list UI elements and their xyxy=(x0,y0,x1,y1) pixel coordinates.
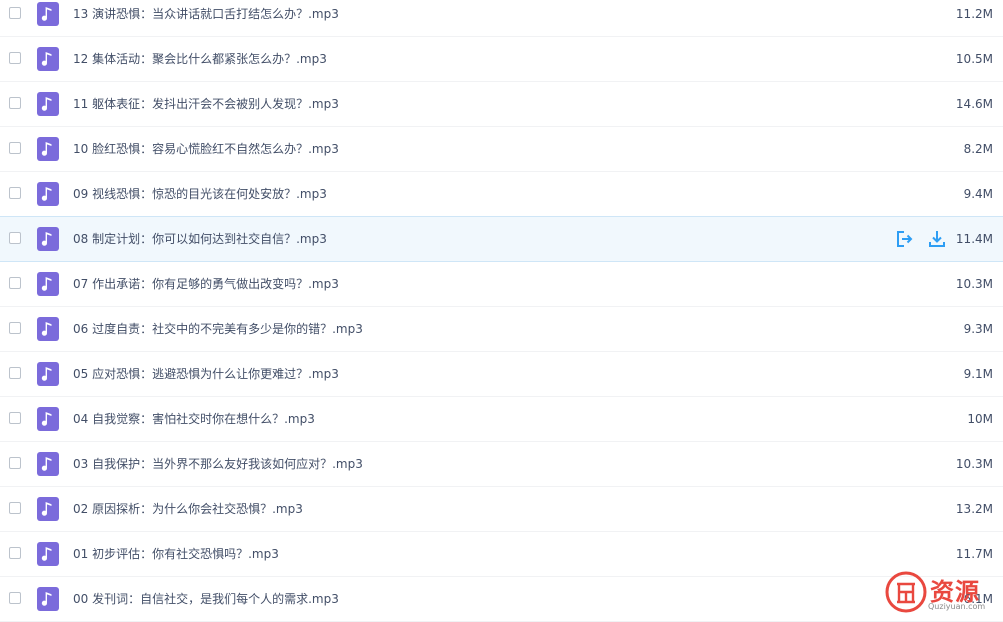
row-checkbox[interactable] xyxy=(9,187,21,199)
row-checkbox[interactable] xyxy=(9,277,21,289)
music-note-icon xyxy=(37,317,59,341)
row-checkbox[interactable] xyxy=(9,412,21,424)
file-name[interactable]: 08 制定计划：你可以如何达到社交自信？.mp3 xyxy=(73,231,327,247)
file-row[interactable]: 10 脸红恐惧：容易心慌脸红不自然怎么办？.mp3 8.2M xyxy=(0,127,1003,172)
file-row[interactable]: 12 集体活动：聚会比什么都紧张怎么办？.mp3 10.5M xyxy=(0,37,1003,82)
share-icon[interactable] xyxy=(894,229,914,249)
music-note-icon xyxy=(37,587,59,611)
file-name[interactable]: 12 集体活动：聚会比什么都紧张怎么办？.mp3 xyxy=(73,51,327,67)
file-size: 8.2M xyxy=(963,142,993,156)
file-row[interactable]: 03 自我保护：当外界不那么友好我该如何应对？.mp3 10.3M xyxy=(0,442,1003,487)
file-size: 9.4M xyxy=(963,187,993,201)
file-size: 9.3M xyxy=(963,322,993,336)
music-note-icon xyxy=(37,542,59,566)
file-row[interactable]: 13 演讲恐惧：当众讲话就口舌打结怎么办？.mp3 11.2M xyxy=(0,0,1003,37)
file-name[interactable]: 13 演讲恐惧：当众讲话就口舌打结怎么办？.mp3 xyxy=(73,6,339,22)
file-name[interactable]: 05 应对恐惧：逃避恐惧为什么让你更难过？.mp3 xyxy=(73,366,339,382)
music-note-icon xyxy=(37,137,59,161)
music-note-icon xyxy=(37,407,59,431)
file-size: 11.2M xyxy=(955,7,993,21)
file-row[interactable]: 05 应对恐惧：逃避恐惧为什么让你更难过？.mp3 9.1M xyxy=(0,352,1003,397)
music-note-icon xyxy=(37,47,59,71)
file-row[interactable]: 04 自我觉察：害怕社交时你在想什么？.mp3 10M xyxy=(0,397,1003,442)
file-row[interactable]: 06 过度自责：社交中的不完美有多少是你的错？.mp3 9.3M xyxy=(0,307,1003,352)
row-checkbox[interactable] xyxy=(9,547,21,559)
file-row[interactable]: 02 原因探析：为什么你会社交恐惧？.mp3 13.2M xyxy=(0,487,1003,532)
file-size: 9.1M xyxy=(963,367,993,381)
file-name[interactable]: 00 发刊词：自信社交，是我们每个人的需求.mp3 xyxy=(73,591,339,607)
file-name[interactable]: 11 躯体表征：发抖出汗会不会被别人发现？.mp3 xyxy=(73,96,339,112)
file-name[interactable]: 07 作出承诺：你有足够的勇气做出改变吗？.mp3 xyxy=(73,276,339,292)
music-note-icon xyxy=(37,182,59,206)
file-row[interactable]: 07 作出承诺：你有足够的勇气做出改变吗？.mp3 10.3M xyxy=(0,262,1003,307)
file-size: 10.5M xyxy=(955,52,993,66)
file-row[interactable]: 00 发刊词：自信社交，是我们每个人的需求.mp3 6.1M xyxy=(0,577,1003,622)
row-checkbox[interactable] xyxy=(9,52,21,64)
row-checkbox[interactable] xyxy=(9,232,21,244)
row-checkbox[interactable] xyxy=(9,592,21,604)
music-note-icon xyxy=(37,362,59,386)
music-note-icon xyxy=(37,497,59,521)
file-size: 13.2M xyxy=(955,502,993,516)
file-name[interactable]: 03 自我保护：当外界不那么友好我该如何应对？.mp3 xyxy=(73,456,363,472)
row-checkbox[interactable] xyxy=(9,502,21,514)
file-row[interactable]: 01 初步评估：你有社交恐惧吗？.mp3 11.7M xyxy=(0,532,1003,577)
row-checkbox[interactable] xyxy=(9,142,21,154)
music-note-icon xyxy=(37,92,59,116)
row-checkbox[interactable] xyxy=(9,7,21,19)
music-note-icon xyxy=(37,452,59,476)
file-name[interactable]: 10 脸红恐惧：容易心慌脸红不自然怎么办？.mp3 xyxy=(73,141,339,157)
file-row[interactable]: 09 视线恐惧：惊恐的目光该在何处安放？.mp3 9.4M xyxy=(0,172,1003,217)
music-note-icon xyxy=(37,227,59,251)
file-size: 10.3M xyxy=(955,457,993,471)
download-icon[interactable] xyxy=(927,229,947,249)
file-size: 11.7M xyxy=(955,547,993,561)
file-size: 11.4M xyxy=(955,232,993,246)
music-note-icon xyxy=(37,272,59,296)
file-name[interactable]: 09 视线恐惧：惊恐的目光该在何处安放？.mp3 xyxy=(73,186,327,202)
file-row[interactable]: 08 制定计划：你可以如何达到社交自信？.mp3 11.4M xyxy=(0,216,1003,262)
file-name[interactable]: 06 过度自责：社交中的不完美有多少是你的错？.mp3 xyxy=(73,321,363,337)
file-name[interactable]: 02 原因探析：为什么你会社交恐惧？.mp3 xyxy=(73,501,303,517)
file-size: 6.1M xyxy=(963,592,993,606)
file-name[interactable]: 01 初步评估：你有社交恐惧吗？.mp3 xyxy=(73,546,279,562)
row-checkbox[interactable] xyxy=(9,457,21,469)
row-checkbox[interactable] xyxy=(9,322,21,334)
file-size: 10M xyxy=(967,412,993,426)
file-size: 14.6M xyxy=(955,97,993,111)
file-size: 10.3M xyxy=(955,277,993,291)
file-row[interactable]: 11 躯体表征：发抖出汗会不会被别人发现？.mp3 14.6M xyxy=(0,82,1003,127)
music-note-icon xyxy=(37,2,59,26)
row-checkbox[interactable] xyxy=(9,367,21,379)
file-name[interactable]: 04 自我觉察：害怕社交时你在想什么？.mp3 xyxy=(73,411,315,427)
file-list: 13 演讲恐惧：当众讲话就口舌打结怎么办？.mp3 11.2M 12 集体活动：聚会… xyxy=(0,0,1003,622)
row-checkbox[interactable] xyxy=(9,97,21,109)
